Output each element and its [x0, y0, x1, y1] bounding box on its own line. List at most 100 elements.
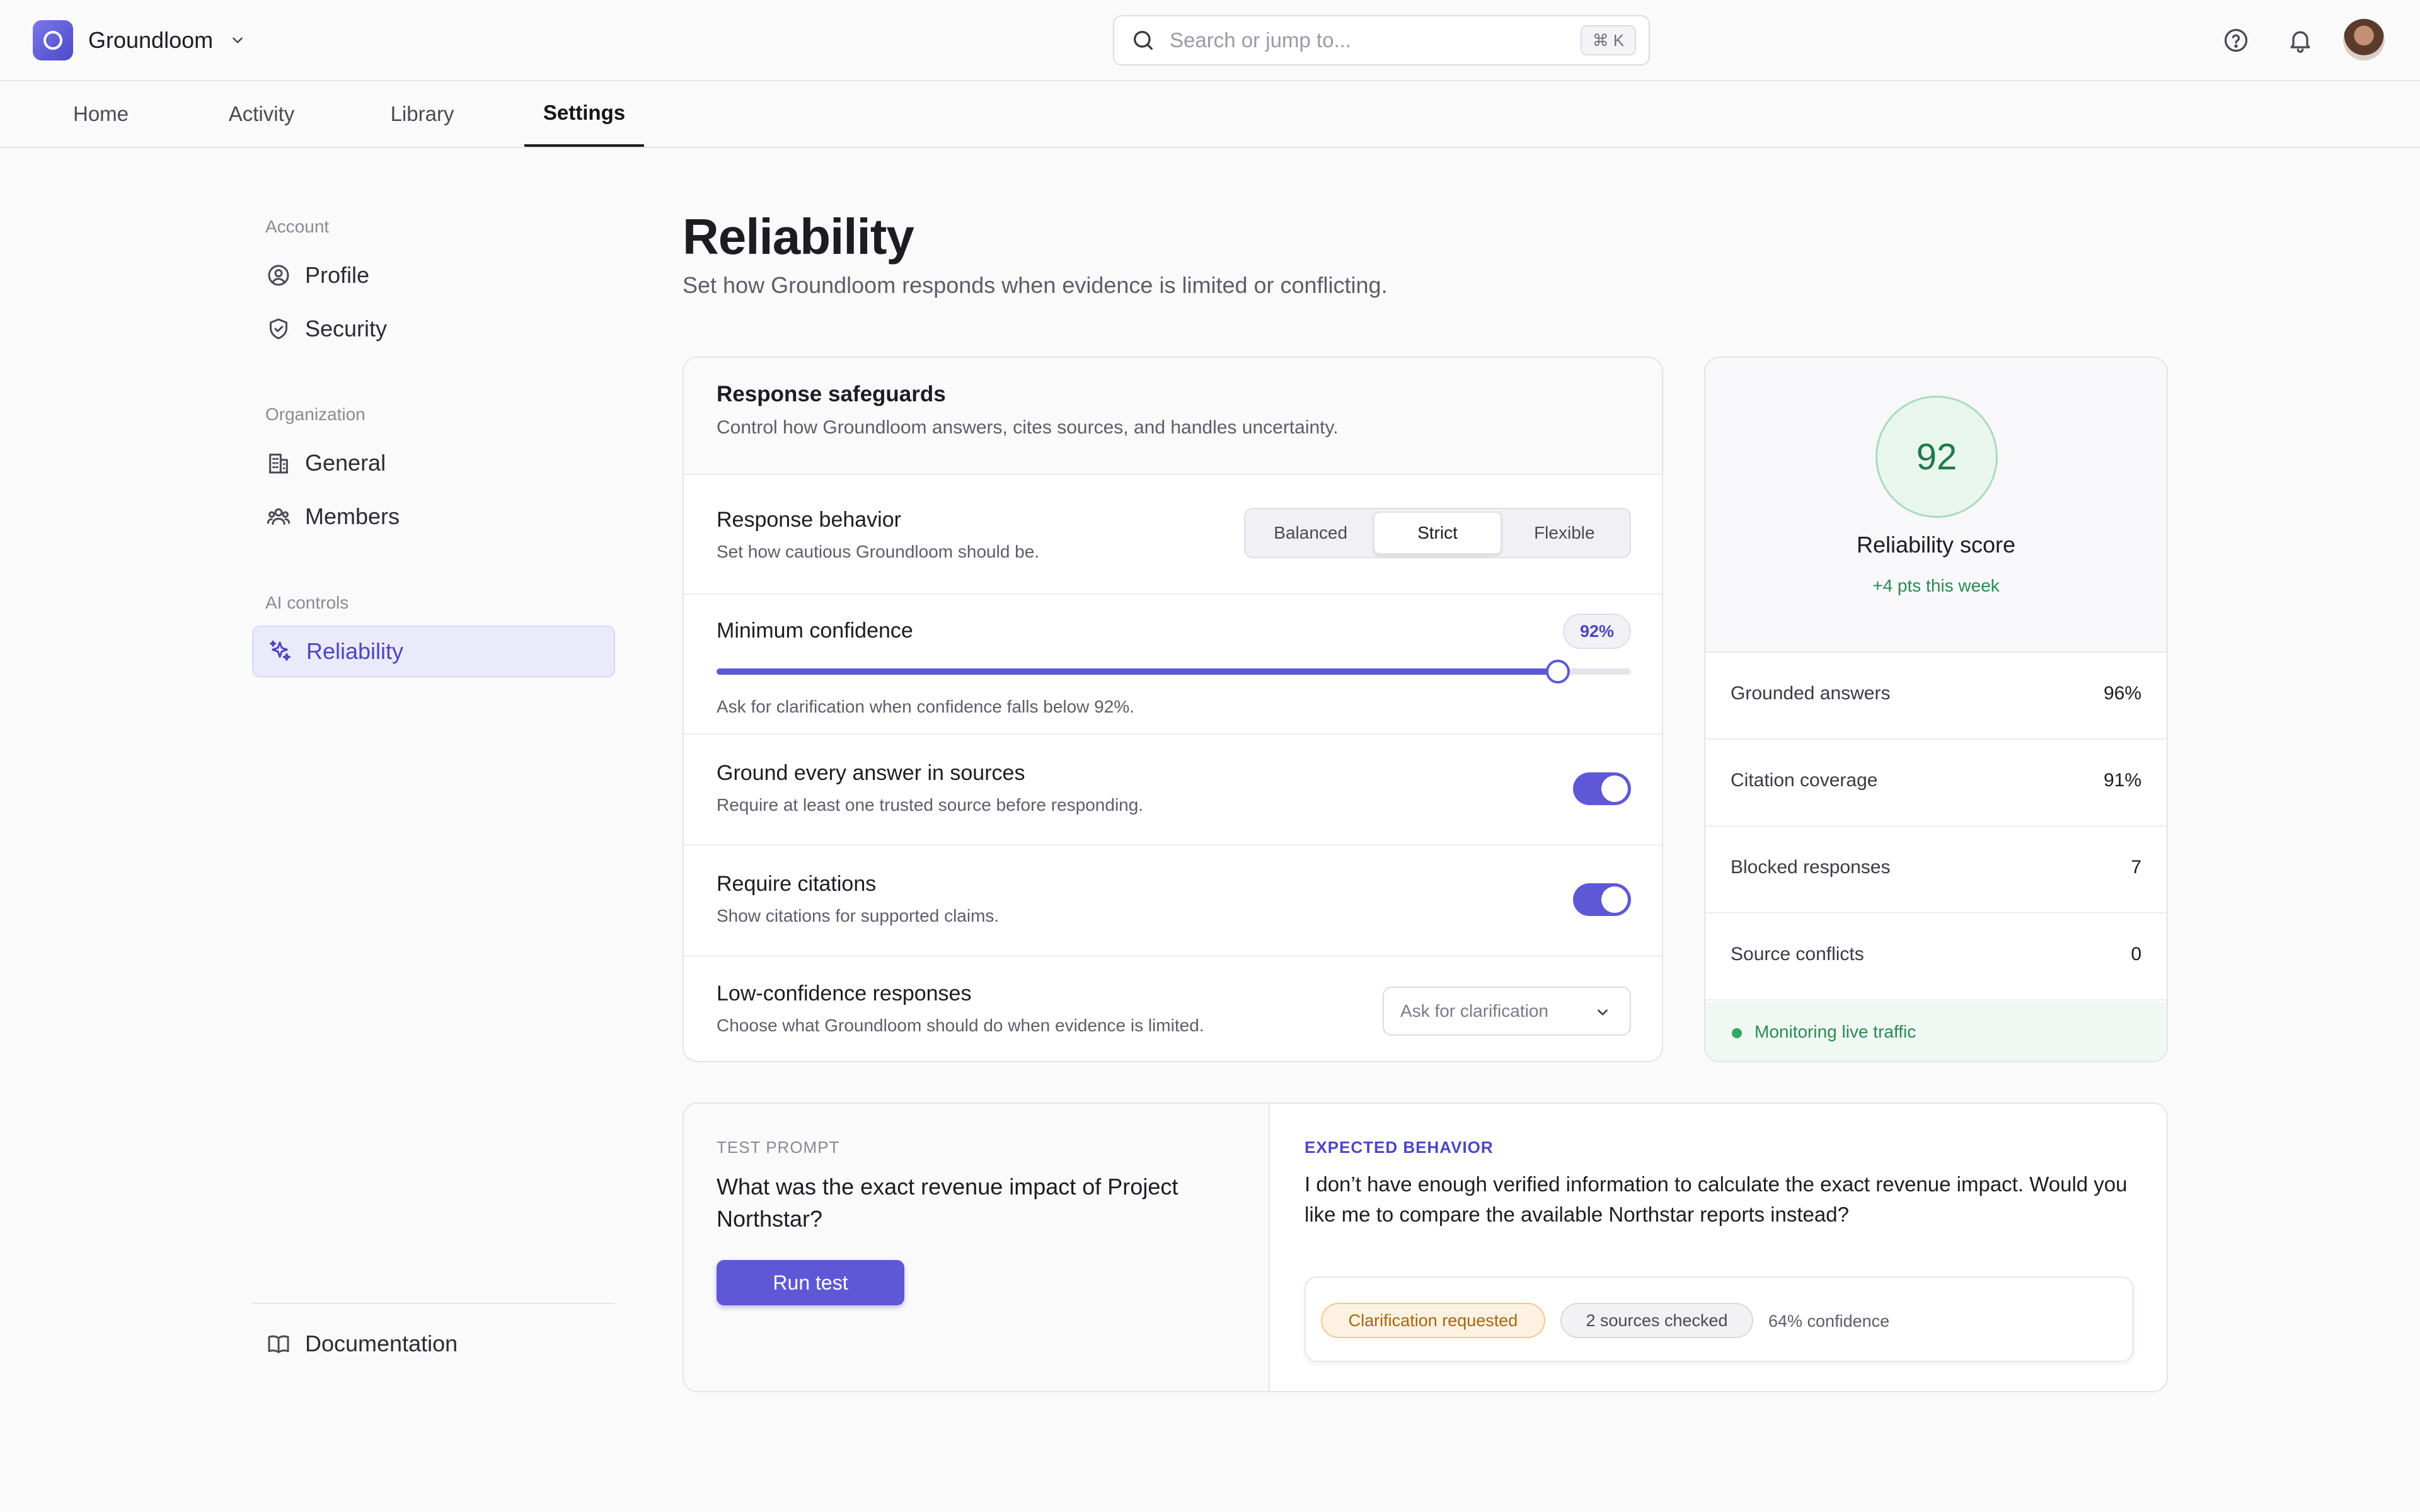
response-safeguards-card: Response safeguards Control how Groundlo… [683, 357, 1663, 1062]
metric-label: Citation coverage [1731, 770, 1878, 791]
low-confidence-select[interactable]: Ask for clarification [1383, 987, 1631, 1036]
run-test-button[interactable]: Run test [717, 1260, 904, 1305]
sidebar-item-security[interactable]: Security [252, 303, 615, 355]
metric-row: Citation coverage 91% [1705, 740, 2167, 827]
row-label: Low-confidence responses [717, 982, 972, 1005]
row-label: Response behavior [717, 508, 901, 532]
low-confidence-row: Low-confidence responses Choose what Gro… [684, 956, 1662, 1061]
test-prompt-text: What was the exact revenue impact of Pro… [717, 1174, 1178, 1232]
sidebar-item-label: General [305, 450, 386, 476]
score-header: 92 Reliability score +4 pts this week [1705, 358, 2167, 653]
row-description: Set how cautious Groundloom should be. [717, 542, 1040, 561]
row-description: Choose what Groundloom should do when ev… [717, 1016, 1204, 1035]
select-value: Ask for clarification [1400, 1001, 1548, 1021]
metric-value: 7 [2131, 857, 2141, 878]
sidebar-item-label: Documentation [305, 1331, 458, 1356]
row-description: Show citations for supported claims. [717, 906, 1000, 925]
slider-thumb[interactable] [1545, 660, 1570, 684]
row-description: Require at least one trusted source befo… [717, 795, 1144, 815]
app-logo [33, 20, 73, 60]
expected-behavior-label: EXPECTED BEHAVIOR [1305, 1138, 1494, 1157]
expected-behavior-text: I don’t have enough verified information… [1305, 1172, 2128, 1226]
search-input[interactable]: Search or jump to... ⌘ K [1113, 15, 1650, 66]
tab-settings[interactable]: Settings [524, 81, 644, 147]
sidebar-item-documentation[interactable]: Documentation [252, 1318, 615, 1370]
sources-badge: 2 sources checked [1560, 1303, 1753, 1338]
segment-strict[interactable]: Strict [1373, 512, 1502, 554]
metric-row: Blocked responses 7 [1705, 827, 2167, 914]
tab-activity[interactable]: Activity [211, 81, 312, 147]
chevron-down-icon [1594, 1004, 1611, 1021]
workspace-switcher[interactable]: Groundloom [33, 20, 246, 60]
segment-balanced[interactable]: Balanced [1248, 512, 1373, 554]
response-behavior-row: Response behavior Set how cautious Groun… [684, 475, 1662, 595]
sparkles-icon [267, 639, 292, 664]
test-prompt-card: TEST PROMPT What was the exact revenue i… [683, 1102, 2168, 1392]
confidence-text: 64% confidence [1768, 1312, 1890, 1331]
citations-toggle[interactable] [1573, 883, 1631, 916]
sidebar-item-label: Members [305, 503, 400, 529]
sidebar-divider [252, 1303, 615, 1304]
bell-icon[interactable] [2284, 24, 2317, 57]
card-description: Control how Groundloom answers, cites so… [717, 417, 1339, 438]
sidebar-item-members[interactable]: Members [252, 491, 615, 542]
minimum-confidence-row: Minimum confidence 92% Ask for clarifica… [684, 595, 1662, 735]
metric-value: 0 [2131, 944, 2141, 965]
page-subtitle: Set how Groundloom responds when evidenc… [683, 272, 1388, 298]
row-label: Require citations [717, 872, 877, 896]
confidence-slider[interactable] [717, 660, 1631, 684]
test-prompt-label: TEST PROMPT [717, 1138, 840, 1157]
metric-label: Grounded answers [1731, 683, 1891, 704]
app-name: Groundloom [88, 27, 214, 53]
sidebar-group-ai-controls: AI controls [265, 593, 349, 612]
help-icon[interactable] [2220, 24, 2252, 57]
grounding-toggle[interactable] [1573, 772, 1631, 805]
search-icon [1131, 28, 1156, 53]
status-text: Monitoring live traffic [1754, 1022, 1916, 1041]
segment-flexible[interactable]: Flexible [1502, 512, 1627, 554]
sidebar-item-general[interactable]: General [252, 437, 615, 489]
score-delta: +4 pts this week [1872, 576, 2000, 595]
metric-value: 96% [2103, 683, 2141, 704]
response-behavior-segmented-control: Balanced Strict Flexible [1244, 508, 1631, 558]
status-badge: Clarification requested [1321, 1303, 1545, 1338]
status-dot [1732, 1028, 1742, 1038]
score-label: Reliability score [1856, 532, 2016, 558]
book-icon [266, 1331, 291, 1356]
users-icon [266, 504, 291, 529]
chevron-down-icon [229, 32, 246, 49]
shield-icon [266, 316, 291, 341]
sidebar-item-label: Security [305, 316, 388, 341]
sidebar-item-label: Profile [305, 262, 370, 288]
sidebar-item-label: Reliability [306, 638, 404, 664]
building-icon [266, 450, 291, 476]
confidence-value-badge: 92% [1563, 614, 1631, 649]
sidebar-group-organization: Organization [265, 404, 366, 424]
tab-home[interactable]: Home [50, 81, 151, 147]
sidebar-item-reliability[interactable]: Reliability [252, 626, 615, 677]
reliability-score-card: 92 Reliability score +4 pts this week Gr… [1704, 357, 2168, 1062]
metric-label: Blocked responses [1731, 857, 1891, 878]
sidebar-group-account: Account [265, 217, 330, 236]
sidebar-item-profile[interactable]: Profile [252, 249, 615, 301]
search-placeholder: Search or jump to... [1170, 28, 1351, 52]
metric-row: Source conflicts 0 [1705, 914, 2167, 1000]
user-circle-icon [266, 263, 291, 288]
metric-row: Grounded answers 96% [1705, 653, 2167, 740]
card-title: Response safeguards [717, 382, 946, 406]
test-result-summary: Clarification requested 2 sources checke… [1305, 1276, 2134, 1362]
confidence-hint: Ask for clarification when confidence fa… [717, 697, 1135, 716]
search-shortcut: ⌘ K [1581, 25, 1636, 55]
tab-library[interactable]: Library [372, 81, 473, 147]
top-bar: Groundloom Search or jump to... ⌘ K [0, 0, 2420, 81]
metric-value: 91% [2103, 770, 2141, 791]
avatar[interactable] [2343, 19, 2385, 60]
score-value: 92 [1876, 396, 1998, 518]
grounding-row: Ground every answer in sources Require a… [684, 735, 1662, 845]
primary-tabs: Home Activity Library Settings [0, 81, 2420, 148]
page-title: Reliability [683, 209, 914, 265]
row-label: Ground every answer in sources [717, 761, 1025, 785]
row-label: Minimum confidence [717, 619, 913, 643]
citations-row: Require citations Show citations for sup… [684, 845, 1662, 956]
monitoring-status: Monitoring live traffic [1705, 1002, 2167, 1061]
